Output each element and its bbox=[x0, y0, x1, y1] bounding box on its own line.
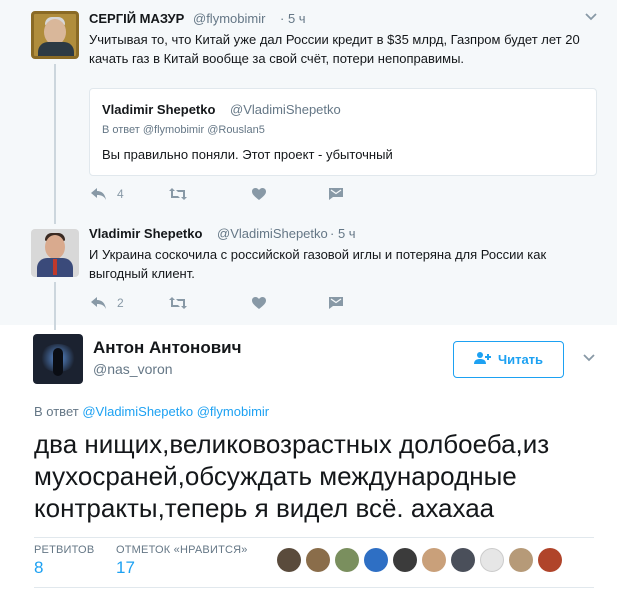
quoted-tweet[interactable]: Vladimir Shepetko @VladimiShepetko В отв… bbox=[89, 88, 597, 176]
retweet-icon bbox=[168, 187, 188, 201]
thread-connector bbox=[54, 64, 56, 224]
direct-message-button[interactable] bbox=[328, 187, 344, 201]
main-tweet-text: два нищих,великовозрастных долбоеба,из м… bbox=[34, 429, 550, 523]
like-button[interactable] bbox=[251, 296, 328, 310]
liker-avatar[interactable] bbox=[335, 548, 359, 572]
likers-avatar-row bbox=[277, 548, 562, 572]
tweet-author-name[interactable]: Vladimir Shepetko bbox=[89, 226, 202, 241]
liker-avatar[interactable] bbox=[538, 548, 562, 572]
direct-message-icon bbox=[328, 187, 344, 201]
heart-icon bbox=[251, 187, 267, 201]
liker-avatar[interactable] bbox=[364, 548, 388, 572]
heart-icon bbox=[251, 296, 267, 310]
thread-connector bbox=[54, 282, 56, 330]
tweet-author-name[interactable]: СЕРГІЙ МАЗУР bbox=[89, 11, 184, 26]
retweet-icon bbox=[168, 296, 188, 310]
tweet-timestamp[interactable]: · 5 ч bbox=[330, 226, 356, 241]
quoted-author-name: Vladimir Shepetko bbox=[102, 102, 216, 117]
liker-avatar[interactable] bbox=[393, 548, 417, 572]
follow-button-label: Читать bbox=[497, 352, 544, 367]
tweet-actions: 4 bbox=[90, 187, 344, 201]
reply-icon bbox=[90, 296, 108, 310]
follow-button[interactable]: Читать bbox=[453, 341, 564, 378]
add-user-icon bbox=[473, 351, 492, 368]
avatar[interactable] bbox=[33, 334, 83, 384]
reply-icon bbox=[90, 187, 108, 201]
divider bbox=[34, 537, 594, 538]
likes-label[interactable]: ОТМЕТОК «НРАВИТСЯ» bbox=[116, 544, 248, 556]
reply-to-user-link[interactable]: @VladimiShepetko bbox=[82, 404, 193, 419]
reply-button[interactable]: 2 bbox=[90, 296, 168, 310]
reply-to-user-link[interactable]: @flymobimir bbox=[197, 404, 269, 419]
tweet-author-handle[interactable]: @flymobimir bbox=[193, 11, 265, 26]
retweets-label[interactable]: РЕТВИТОВ bbox=[34, 544, 94, 556]
avatar[interactable] bbox=[31, 11, 79, 59]
main-author-handle[interactable]: @nas_voron bbox=[93, 361, 173, 377]
liker-avatar[interactable] bbox=[422, 548, 446, 572]
retweet-button[interactable] bbox=[168, 296, 251, 310]
quoted-tweet-text: Вы правильно поняли. Этот проект - убыто… bbox=[102, 147, 393, 162]
likes-count[interactable]: 17 bbox=[116, 558, 135, 578]
liker-avatar[interactable] bbox=[306, 548, 330, 572]
quoted-author-handle: @VladimiShepetko bbox=[230, 102, 341, 117]
avatar[interactable] bbox=[31, 229, 79, 277]
reply-count: 4 bbox=[117, 187, 124, 201]
liker-avatar[interactable] bbox=[509, 548, 533, 572]
liker-avatar[interactable] bbox=[277, 548, 301, 572]
reply-count: 2 bbox=[117, 296, 124, 310]
liker-avatar[interactable] bbox=[480, 548, 504, 572]
retweets-count[interactable]: 8 bbox=[34, 558, 43, 578]
main-author-name[interactable]: Антон Антонович bbox=[93, 338, 241, 358]
tweet-actions: 2 bbox=[90, 296, 344, 310]
retweet-button[interactable] bbox=[168, 187, 251, 201]
tweet-text: И Украина соскочила с российской газовой… bbox=[89, 247, 547, 281]
direct-message-icon bbox=[328, 296, 344, 310]
reply-button[interactable]: 4 bbox=[90, 187, 168, 201]
chevron-down-icon[interactable] bbox=[585, 11, 597, 25]
reply-to-prefix: В ответ bbox=[34, 404, 79, 419]
like-button[interactable] bbox=[251, 187, 328, 201]
tweet-text: Учитывая то, что Китай уже дал России кр… bbox=[89, 32, 580, 66]
divider bbox=[34, 587, 594, 588]
tweet-timestamp[interactable]: · 5 ч bbox=[280, 11, 306, 26]
quoted-reply-to: В ответ @flymobimir @Rouslan5 bbox=[102, 124, 265, 136]
liker-avatar[interactable] bbox=[451, 548, 475, 572]
direct-message-button[interactable] bbox=[328, 296, 344, 310]
reply-to-context: В ответ @VladimiShepetko @flymobimir bbox=[34, 404, 269, 419]
tweet-author-handle[interactable]: @VladimiShepetko bbox=[217, 226, 328, 241]
chevron-down-icon[interactable] bbox=[583, 352, 595, 366]
